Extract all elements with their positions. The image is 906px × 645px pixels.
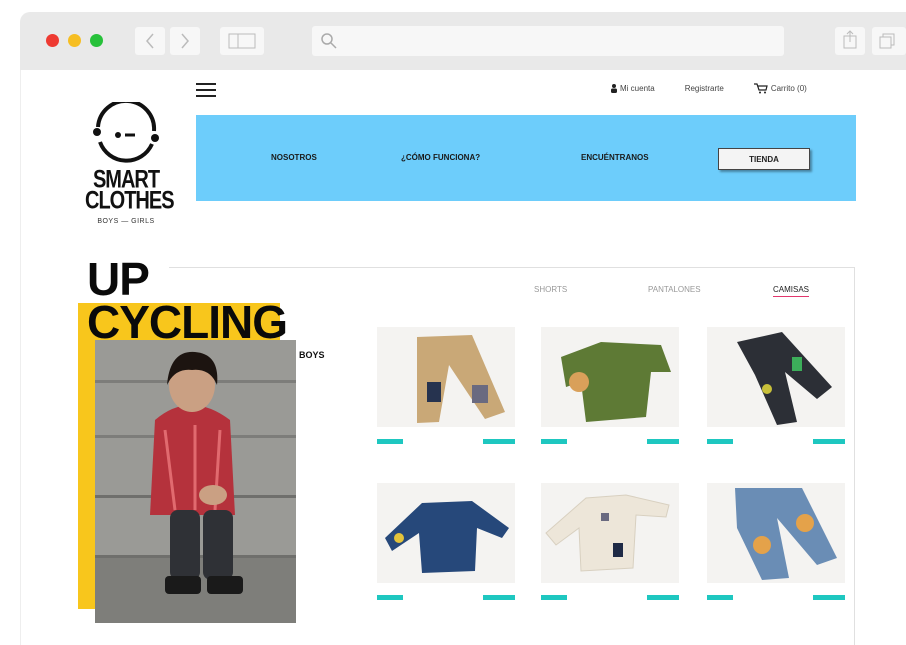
khaki-pants-image bbox=[377, 327, 515, 427]
product-tag bbox=[813, 595, 845, 600]
denim-shirt-image bbox=[377, 483, 515, 583]
hamburger-menu-icon[interactable] bbox=[196, 83, 216, 97]
smiley-logo-icon bbox=[93, 102, 159, 163]
register-label: Registrarte bbox=[684, 84, 724, 93]
product-tag bbox=[483, 439, 515, 444]
back-button[interactable] bbox=[135, 27, 165, 55]
product-tag bbox=[377, 595, 403, 600]
product-tag bbox=[541, 595, 567, 600]
product-tag bbox=[707, 439, 733, 444]
tabs-button[interactable] bbox=[872, 27, 906, 55]
close-window-button[interactable] bbox=[46, 34, 59, 47]
logo-wordmark: SMART CLOTHES bbox=[85, 166, 175, 215]
product-tag bbox=[647, 439, 679, 444]
menu-item-encuentranos[interactable]: ENCUÉNTRANOS bbox=[581, 153, 649, 162]
category-tab-camisas[interactable]: CAMISAS bbox=[773, 285, 809, 297]
menu-item-nosotros[interactable]: NOSOTROS bbox=[271, 153, 317, 162]
product-card[interactable] bbox=[541, 327, 679, 444]
sidebar-toggle-button[interactable] bbox=[220, 27, 264, 55]
product-tag bbox=[813, 439, 845, 444]
product-card[interactable] bbox=[707, 483, 845, 600]
product-tag bbox=[541, 439, 567, 444]
user-icon bbox=[611, 84, 617, 93]
search-icon bbox=[321, 33, 337, 49]
register-link[interactable]: Registrarte bbox=[685, 84, 724, 93]
green-sweater-image bbox=[541, 327, 679, 427]
window-controls bbox=[46, 34, 103, 47]
share-button[interactable] bbox=[835, 27, 865, 55]
product-tag bbox=[647, 595, 679, 600]
cart-icon bbox=[753, 83, 768, 94]
address-bar[interactable] bbox=[312, 26, 784, 56]
cart-link[interactable]: Carrito (0) bbox=[753, 83, 807, 94]
sidebar-icon bbox=[228, 33, 256, 49]
category-tab-pantalones[interactable]: PANTALONES bbox=[648, 285, 701, 294]
minimize-window-button[interactable] bbox=[68, 34, 81, 47]
browser-toolbar bbox=[20, 12, 906, 70]
product-card[interactable] bbox=[377, 327, 515, 444]
product-tag bbox=[483, 595, 515, 600]
brand-logo[interactable]: SMART CLOTHES BOYS — GIRLS bbox=[85, 102, 175, 242]
back-icon bbox=[146, 33, 154, 49]
tienda-button[interactable]: TIENDA bbox=[718, 148, 810, 170]
web-page: Mi cuenta Registrarte Carrito (0) SMART … bbox=[20, 70, 906, 645]
account-links: Mi cuenta Registrarte Carrito (0) bbox=[611, 83, 807, 94]
maximize-window-button[interactable] bbox=[90, 34, 103, 47]
logo-subtitle: BOYS — GIRLS bbox=[97, 218, 155, 225]
menu-item-como-funciona[interactable]: ¿CÓMO FUNCIONA? bbox=[401, 153, 480, 162]
share-icon bbox=[843, 30, 857, 49]
main-menu: NOSOTROS ¿CÓMO FUNCIONA? ENCUÉNTRANOS TI… bbox=[196, 115, 856, 201]
hero-subtitle-boys: BOYS bbox=[299, 350, 325, 360]
product-card[interactable] bbox=[541, 483, 679, 600]
cart-label: Carrito (0) bbox=[770, 84, 807, 93]
account-link[interactable]: Mi cuenta bbox=[611, 84, 655, 93]
hero-title-cycling: CYCLING bbox=[87, 296, 288, 348]
blue-jeans-image bbox=[707, 483, 845, 583]
product-card[interactable] bbox=[377, 483, 515, 600]
product-card[interactable] bbox=[707, 327, 845, 444]
forward-icon bbox=[181, 33, 189, 49]
product-tag bbox=[707, 595, 733, 600]
category-tab-shorts[interactable]: SHORTS bbox=[534, 285, 567, 294]
hero-photo-boy-on-stairs bbox=[95, 340, 296, 623]
white-sweater-image bbox=[541, 483, 679, 583]
forward-button[interactable] bbox=[170, 27, 200, 55]
product-tag bbox=[377, 439, 403, 444]
tabs-icon bbox=[879, 33, 895, 49]
black-jeans-image bbox=[707, 327, 845, 427]
account-label: Mi cuenta bbox=[620, 84, 655, 93]
